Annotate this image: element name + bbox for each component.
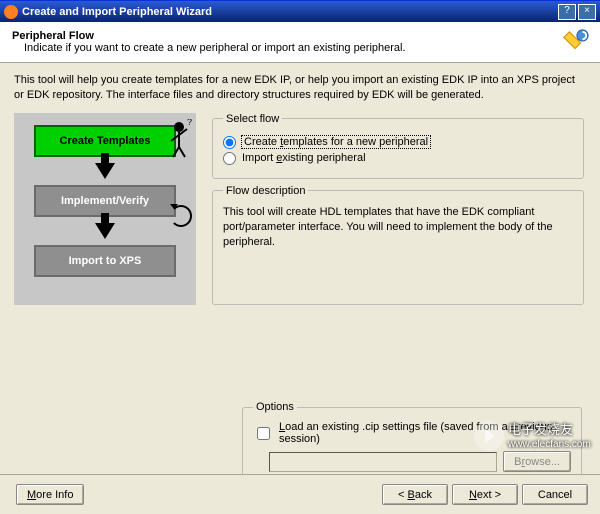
svg-text:?: ? <box>187 119 192 127</box>
page-subtitle: Indicate if you want to create a new per… <box>24 42 588 54</box>
flow-description-text: This tool will create HDL templates that… <box>223 205 573 251</box>
help-button[interactable]: ? <box>558 4 576 20</box>
radio-import-label[interactable]: Import existing peripheral <box>242 152 366 164</box>
flow-diagram: ? Create Templates Implement/Verify Impo… <box>14 113 196 305</box>
cancel-button[interactable]: Cancel <box>522 484 588 505</box>
step-import-xps: Import to XPS <box>34 245 176 277</box>
options-group: Options Load an existing .cip settings f… <box>242 401 582 483</box>
app-icon <box>4 5 18 19</box>
wizard-header: Peripheral Flow Indicate if you want to … <box>0 22 600 63</box>
arrow-down-icon <box>95 163 115 179</box>
select-flow-legend: Select flow <box>223 113 282 125</box>
window-title: Create and Import Peripheral Wizard <box>22 6 558 18</box>
radio-create-templates[interactable] <box>223 136 236 149</box>
flow-description-legend: Flow description <box>223 185 308 197</box>
content-area: This tool will help you create templates… <box>0 63 600 493</box>
options-legend: Options <box>253 401 297 413</box>
titlebar: Create and Import Peripheral Wizard ? × <box>0 0 600 22</box>
flow-description-group: Flow description This tool will create H… <box>212 185 584 305</box>
arrow-down-icon <box>95 223 115 239</box>
browse-button[interactable]: Browse... <box>503 451 571 472</box>
wizard-icon <box>560 28 590 58</box>
next-button[interactable]: Next > <box>452 484 518 505</box>
select-flow-group: Select flow Create templates for a new p… <box>212 113 584 179</box>
wizard-footer: More Info < Back Next > Cancel <box>0 474 600 514</box>
load-cip-checkbox[interactable] <box>257 427 270 440</box>
thinking-figure-icon: ? <box>165 119 193 159</box>
close-button[interactable]: × <box>578 4 596 20</box>
back-button[interactable]: < Back <box>382 484 448 505</box>
radio-import-existing[interactable] <box>223 152 236 165</box>
loop-arrow-icon <box>170 205 192 227</box>
more-info-button[interactable]: More Info <box>16 484 84 505</box>
cip-file-input <box>269 452 497 472</box>
intro-text: This tool will help you create templates… <box>14 73 586 103</box>
page-title: Peripheral Flow <box>12 30 588 42</box>
load-cip-label[interactable]: Load an existing .cip settings file (sav… <box>279 421 571 445</box>
radio-create-label[interactable]: Create templates for a new peripheral <box>242 136 430 148</box>
